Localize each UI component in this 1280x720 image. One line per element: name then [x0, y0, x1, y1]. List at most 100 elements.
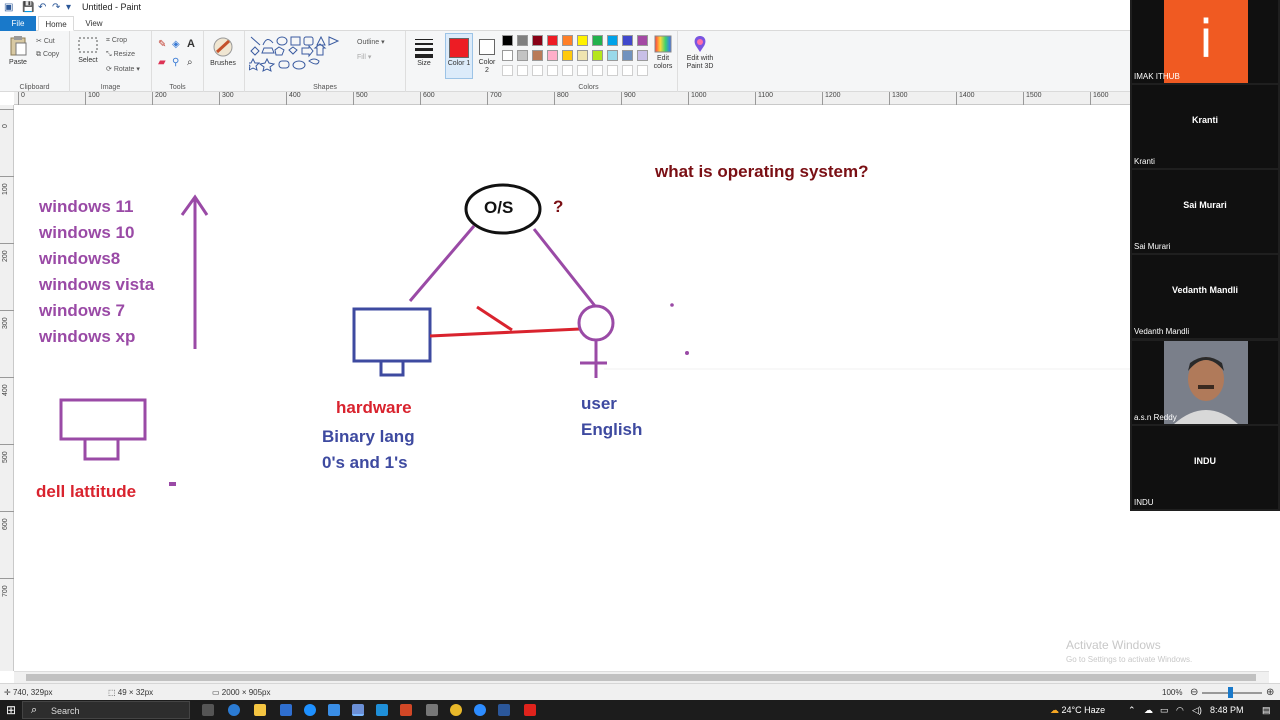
tab-home[interactable]: Home — [38, 16, 74, 31]
mail-icon[interactable] — [280, 704, 292, 716]
zoom-app-icon[interactable] — [328, 704, 340, 716]
zoom-in-icon[interactable]: ⊕ — [1266, 687, 1274, 698]
edit-colors-button[interactable]: Edit colors — [650, 35, 676, 71]
brushes-button[interactable]: Brushes — [207, 36, 239, 67]
palette-color-swatch[interactable] — [592, 35, 603, 46]
zoom-meeting-icon[interactable] — [474, 704, 486, 716]
edit-with-paint3d-button[interactable]: Edit with Paint 3D — [682, 35, 718, 71]
custom-color-slot[interactable] — [637, 65, 648, 76]
wifi-icon[interactable]: ◠ — [1176, 705, 1184, 716]
chrome-icon[interactable] — [450, 704, 462, 716]
palette-color-swatch[interactable] — [502, 50, 513, 61]
tab-file[interactable]: File — [0, 16, 36, 31]
custom-color-slot[interactable] — [577, 65, 588, 76]
shapes-gallery-icon[interactable] — [249, 35, 349, 77]
paint-taskbar-icon[interactable] — [352, 704, 364, 716]
word-icon[interactable] — [498, 704, 510, 716]
size-button[interactable]: Size — [410, 36, 438, 67]
participant-tile[interactable]: i IMAK ITHUB — [1132, 0, 1278, 83]
participant-tile[interactable]: Kranti Kranti — [1132, 85, 1278, 168]
fill-dropdown[interactable]: Fill ▾ — [357, 53, 371, 61]
palette-color-swatch[interactable] — [502, 35, 513, 46]
outline-dropdown[interactable]: Outline ▾ — [357, 38, 385, 46]
taskbar-search[interactable]: ⌕ Search — [22, 701, 190, 719]
custom-color-slot[interactable] — [592, 65, 603, 76]
weather-widget[interactable]: ☁ 24°C Haze — [1050, 705, 1105, 716]
eraser-icon[interactable]: ▰ — [158, 57, 166, 68]
palette-color-swatch[interactable] — [577, 35, 588, 46]
text-tool-icon[interactable]: A — [187, 38, 195, 50]
save-icon[interactable]: 💾 — [22, 2, 34, 13]
drawing-canvas[interactable]: windows 11 windows 10 windows8 windows vist… — [14, 105, 1130, 671]
ribbon-tabs: File Home View — [0, 16, 1130, 31]
notifications-icon[interactable]: ▤ — [1262, 705, 1271, 716]
zoom-out-icon[interactable]: ⊖ — [1190, 687, 1198, 698]
participant-tile[interactable]: a.s.n Reddy — [1132, 341, 1278, 424]
palette-color-swatch[interactable] — [562, 35, 573, 46]
edge-icon[interactable] — [228, 704, 240, 716]
palette-color-swatch[interactable] — [532, 35, 543, 46]
zoom-slider-thumb[interactable] — [1228, 687, 1233, 698]
custom-color-slot[interactable] — [547, 65, 558, 76]
show-hidden-icons-icon[interactable]: ⌃ — [1128, 705, 1136, 716]
heading-text: what is operating system? — [655, 162, 869, 181]
ruler-tick-label: 0 — [18, 92, 25, 105]
file-explorer-icon[interactable] — [254, 704, 266, 716]
palette-color-swatch[interactable] — [547, 50, 558, 61]
acrobat-icon[interactable] — [524, 704, 536, 716]
undo-icon[interactable]: ↶ — [38, 2, 46, 13]
rotate-button[interactable]: ⟳ Rotate ▾ — [106, 65, 140, 73]
redo-icon[interactable]: ↷ — [52, 2, 60, 13]
custom-color-slot[interactable] — [607, 65, 618, 76]
crop-button[interactable]: ⌗ Crop — [106, 37, 127, 45]
powerpoint-icon[interactable] — [400, 704, 412, 716]
participant-tile[interactable]: Vedanth Mandli Vedanth Mandli — [1132, 255, 1278, 338]
cut-button[interactable]: ✂ Cut — [36, 37, 55, 45]
snipping-tool-icon[interactable] — [426, 704, 438, 716]
palette-color-swatch[interactable] — [547, 35, 558, 46]
custom-color-slot[interactable] — [562, 65, 573, 76]
custom-color-slot[interactable] — [532, 65, 543, 76]
resize-button[interactable]: ⤡ Resize — [106, 51, 135, 59]
scrollbar-thumb[interactable] — [26, 674, 1256, 681]
onedrive-icon[interactable]: ☁ — [1144, 705, 1153, 716]
copy-button[interactable]: ⧉ Copy — [36, 51, 59, 59]
custom-color-slot[interactable] — [517, 65, 528, 76]
task-view-icon[interactable] — [202, 704, 214, 716]
paste-button[interactable]: Paste — [4, 35, 32, 66]
palette-color-swatch[interactable] — [607, 50, 618, 61]
customize-quick-access-icon[interactable]: ▾ — [66, 2, 71, 13]
volume-icon[interactable]: ◁) — [1192, 705, 1202, 716]
shapes-label: Shapes — [313, 84, 337, 91]
participant-tile[interactable]: INDU INDU — [1132, 426, 1278, 509]
palette-color-swatch[interactable] — [577, 50, 588, 61]
edge-browser-icon[interactable] — [304, 704, 316, 716]
palette-color-swatch[interactable] — [637, 50, 648, 61]
color1-button[interactable]: Color 1 — [445, 33, 473, 79]
palette-color-swatch[interactable] — [517, 50, 528, 61]
palette-color-swatch[interactable] — [622, 50, 633, 61]
color2-button[interactable]: Color 2 — [476, 33, 498, 79]
custom-color-slot[interactable] — [502, 65, 513, 76]
participant-tile[interactable]: Sai Murari Sai Murari — [1132, 170, 1278, 253]
monitor-app-icon[interactable] — [376, 704, 388, 716]
palette-color-swatch[interactable] — [517, 35, 528, 46]
custom-color-slot[interactable] — [622, 65, 633, 76]
tab-view[interactable]: View — [78, 16, 110, 31]
windows-version-item: windows 11 — [39, 197, 134, 216]
palette-color-swatch[interactable] — [637, 35, 648, 46]
horizontal-scrollbar[interactable] — [14, 671, 1269, 683]
magnifier-icon[interactable]: ⌕ — [187, 57, 193, 68]
battery-icon[interactable]: ▭ — [1160, 705, 1169, 716]
palette-color-swatch[interactable] — [532, 50, 543, 61]
palette-color-swatch[interactable] — [592, 50, 603, 61]
palette-color-swatch[interactable] — [607, 35, 618, 46]
windows-start-icon[interactable]: ⊞ — [6, 703, 16, 717]
clock[interactable]: 8:48 PM — [1210, 705, 1244, 715]
color-picker-icon[interactable]: ⚲ — [172, 57, 179, 68]
select-button[interactable]: Select — [74, 35, 102, 64]
palette-color-swatch[interactable] — [562, 50, 573, 61]
palette-color-swatch[interactable] — [622, 35, 633, 46]
pencil-icon[interactable]: ✎ — [158, 39, 166, 50]
fill-bucket-icon[interactable]: ◈ — [172, 39, 180, 50]
